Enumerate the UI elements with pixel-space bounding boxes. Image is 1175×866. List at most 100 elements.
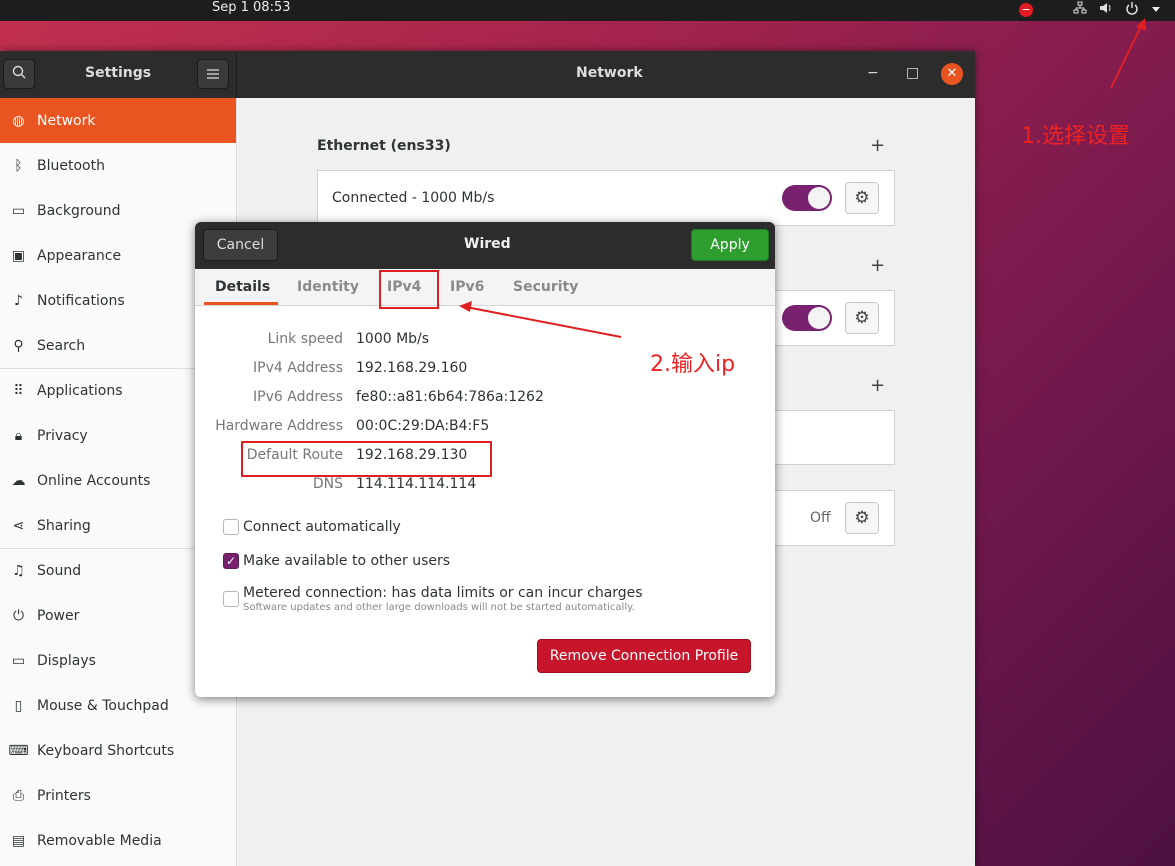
dialog-header: Cancel Wired Apply [195, 222, 775, 269]
arrow-to-system-menu [1110, 18, 1146, 89]
link-speed-label: Link speed [267, 331, 343, 347]
metered-connection-sublabel: Software updates and other large downloa… [243, 602, 635, 613]
tab-identity[interactable]: Identity [297, 279, 359, 295]
media-icon: ▤ [11, 832, 26, 849]
top-bar: Sep 1 08:53 − [0, 0, 1175, 21]
share-icon: ⋖ [12, 517, 25, 534]
clock[interactable]: Sep 1 08:53 [212, 0, 291, 16]
ethernet-toggle[interactable] [782, 185, 832, 211]
music-icon: ♫ [12, 563, 25, 579]
sidebar-item-printers[interactable]: ⎙ Printers [0, 773, 236, 818]
network-icon[interactable] [1073, 1, 1087, 19]
hardware-address-value: 00:0C:29:DA:B4:F5 [356, 418, 490, 434]
ethernet-status: Connected - 1000 Mb/s [332, 190, 495, 206]
sidebar-item-label: Printers [37, 787, 91, 804]
sidebar-item-network[interactable]: ◍ Network [0, 98, 236, 143]
sidebar-item-bluetooth[interactable]: ᛒ Bluetooth [0, 143, 236, 188]
gear-icon: ⚙ [854, 308, 870, 328]
annotation-step2: 2.输入ip [650, 352, 736, 377]
sidebar-item-label: Privacy [37, 427, 88, 444]
minimize-button[interactable]: − [867, 65, 879, 81]
sidebar-item-label: Notifications [37, 292, 125, 309]
no-entry-icon[interactable]: − [1019, 3, 1033, 17]
lock-icon: 🔒︎ [14, 427, 23, 444]
checkmark-icon: ✓ [225, 554, 237, 568]
proxy-state: Off [810, 510, 831, 526]
active-tab-indicator [204, 302, 278, 305]
sidebar-item-label: Displays [37, 652, 96, 669]
metered-connection-checkbox[interactable] [223, 591, 239, 607]
hamburger-menu-button[interactable] [197, 59, 229, 89]
annotation-step1: 1.选择设置 [1021, 124, 1130, 149]
ipv4-address-value: 192.168.29.160 [356, 360, 468, 376]
vpn-settings-button[interactable]: ⚙ [845, 302, 879, 334]
cancel-button[interactable]: Cancel [203, 229, 278, 261]
search-icon [12, 65, 26, 79]
ethernet-card: Connected - 1000 Mb/s ⚙ [317, 170, 895, 226]
dns-value: 114.114.114.114 [356, 476, 477, 492]
sidebar-item-label: Appearance [37, 247, 122, 264]
network-icon: ◍ [12, 112, 25, 129]
dialog-tabs: Details Identity IPv4 IPv6 Security [195, 269, 775, 306]
gear-icon: ⚙ [854, 188, 870, 208]
window-title: Network [576, 65, 643, 81]
available-to-others-checkbox[interactable]: ✓ [223, 553, 239, 569]
tab-ipv6[interactable]: IPv6 [450, 279, 484, 295]
sidebar-item-removable-media[interactable]: ▤ Removable Media [0, 818, 236, 863]
vpn-toggle[interactable] [782, 305, 832, 331]
printer-icon: ⎙ [12, 787, 25, 804]
proxy-settings-button[interactable]: ⚙ [845, 502, 879, 534]
menu-arrow-icon[interactable] [1151, 3, 1161, 18]
ipv4-address-label: IPv4 Address [253, 360, 343, 376]
dialog-title: Wired [464, 236, 511, 252]
sidebar-item-keyboard-shortcuts[interactable]: ⌨ Keyboard Shortcuts [0, 728, 236, 773]
add-vpn-icon[interactable]: + [870, 255, 885, 276]
bell-icon: ♪ [14, 292, 23, 309]
apply-button[interactable]: Apply [691, 229, 769, 261]
gear-icon: ⚙ [854, 508, 870, 528]
search-button[interactable] [3, 59, 35, 89]
sidebar-title: Settings [85, 65, 152, 81]
sidebar-header: Settings [0, 51, 237, 98]
mouse-icon: ▯ [14, 697, 23, 714]
remove-connection-profile-button[interactable]: Remove Connection Profile [537, 639, 751, 673]
default-route-highlight [241, 441, 492, 477]
maximize-button[interactable]: □ [906, 65, 919, 81]
sidebar-item-label: Bluetooth [37, 157, 105, 174]
sidebar-item-label: Network [37, 112, 96, 129]
search-icon: ⚲ [13, 337, 24, 354]
sidebar-item-label: Search [37, 337, 86, 354]
ethernet-settings-button[interactable]: ⚙ [845, 182, 879, 214]
close-button[interactable]: ✕ [941, 63, 963, 85]
dns-label: DNS [312, 476, 343, 492]
sidebar-item-label: Power [37, 607, 80, 624]
power-icon: ⏻ [12, 607, 25, 624]
bluetooth-icon: ᛒ [14, 157, 23, 174]
toggle-knob [808, 187, 830, 209]
system-tray[interactable]: − [1019, 1, 1161, 19]
ethernet-section-title: Ethernet (ens33) [317, 138, 451, 154]
available-to-others-label: Make available to other users [243, 553, 451, 569]
power-icon[interactable] [1125, 1, 1139, 19]
volume-icon[interactable] [1099, 1, 1113, 19]
sidebar-item-label: Online Accounts [37, 472, 151, 489]
display-icon: ▭ [11, 652, 26, 669]
background-icon: ▭ [11, 202, 26, 219]
grid-icon: ⠿ [13, 383, 24, 399]
add-connection-icon[interactable]: + [870, 375, 885, 396]
metered-connection-label: Metered connection: has data limits or c… [243, 585, 643, 601]
appearance-icon: ▣ [11, 247, 26, 264]
sidebar-item-label: Sharing [37, 517, 91, 534]
tab-security[interactable]: Security [513, 279, 578, 295]
sidebar-item-label: Background [37, 202, 121, 219]
keyboard-icon: ⌨ [8, 742, 29, 759]
link-speed-value: 1000 Mb/s [356, 331, 430, 347]
sidebar-item-label: Keyboard Shortcuts [37, 742, 175, 759]
sidebar-item-label: Mouse & Touchpad [37, 697, 169, 714]
tab-details[interactable]: Details [215, 279, 270, 295]
connect-automatically-label: Connect automatically [243, 519, 401, 535]
connect-automatically-checkbox[interactable] [223, 519, 239, 535]
hardware-address-label: Hardware Address [215, 418, 343, 434]
ipv6-address-value: fe80::a81:6b64:786a:1262 [356, 389, 544, 405]
add-ethernet-icon[interactable]: + [870, 135, 885, 156]
